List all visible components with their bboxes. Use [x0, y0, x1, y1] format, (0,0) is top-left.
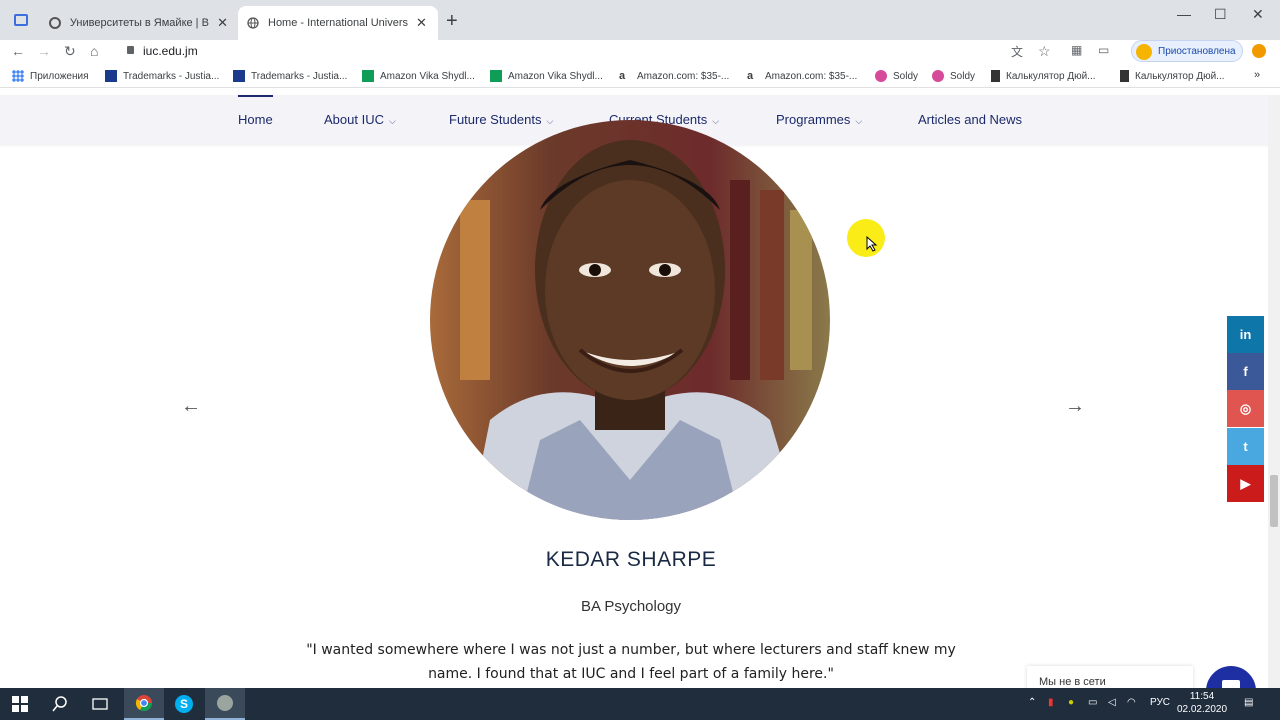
reload-icon[interactable]: ↻	[64, 43, 76, 60]
skype-icon[interactable]: S	[164, 688, 204, 720]
chevron-down-icon: ⌵	[855, 116, 863, 126]
nav-articles-news[interactable]: Articles and News	[918, 112, 1022, 127]
extension-icon[interactable]: ▦	[1071, 43, 1082, 57]
close-icon[interactable]: ✕	[217, 15, 228, 31]
amazon-icon: a	[747, 70, 754, 82]
minimize-icon[interactable]: —	[1177, 6, 1191, 22]
calculator-icon	[1120, 70, 1129, 82]
cursor-highlight	[847, 219, 885, 257]
chevron-down-icon: ⌵	[546, 116, 554, 126]
student-portrait	[430, 120, 830, 520]
search-icon[interactable]	[40, 688, 80, 720]
task-view-icon[interactable]	[80, 688, 120, 720]
home-icon[interactable]: ⌂	[90, 43, 98, 59]
windows-start-icon[interactable]	[0, 688, 40, 720]
instagram-icon[interactable]: ◎	[1227, 390, 1264, 427]
speaker-icon[interactable]: ◁	[1108, 697, 1116, 708]
bookmark-item[interactable]: a Amazon.com: $35-...	[619, 70, 729, 82]
close-icon[interactable]: ✕	[416, 15, 427, 31]
address-bar-row: ← → ↻ ⌂ iuc.edu.jm 文 ☆ ▦ ▭ Приостановлен…	[0, 40, 1280, 64]
close-window-icon[interactable]: ✕	[1252, 6, 1264, 23]
nav-future-students[interactable]: Future Students ⌵	[449, 112, 553, 127]
bookmark-item[interactable]: Trademarks - Justia...	[233, 70, 347, 82]
linkedin-icon[interactable]: in	[1227, 316, 1264, 353]
update-icon[interactable]	[1252, 44, 1266, 58]
avatar	[1136, 44, 1152, 60]
amazon-icon: a	[619, 70, 626, 82]
bookmark-item[interactable]: Trademarks - Justia...	[105, 70, 219, 82]
apps-grid-icon	[12, 70, 24, 82]
opera-icon	[48, 16, 62, 30]
nav-about[interactable]: About IUC ⌵	[324, 112, 396, 127]
back-icon[interactable]: ←	[11, 43, 25, 59]
globe-icon	[246, 16, 260, 30]
bookmark-apps[interactable]: Приложения	[12, 70, 89, 82]
bookmark-item[interactable]: Soldy	[875, 70, 918, 82]
soldy-icon	[875, 70, 887, 82]
chevron-down-icon: ⌵	[712, 116, 720, 126]
chrome-taskbar-icon[interactable]	[124, 688, 164, 720]
mouse-pointer-icon	[866, 235, 878, 252]
justia-icon	[233, 70, 245, 82]
windows-taskbar: S ⌃ ▮ ● ▭ ◁ ◠ РУС 11:54 02.02.2020 ▤	[0, 688, 1280, 720]
notifications-icon[interactable]: ▤	[1244, 697, 1253, 708]
youtube-icon[interactable]: ▶	[1227, 465, 1264, 502]
maximize-icon[interactable]: ☐	[1214, 6, 1227, 23]
bookmark-item[interactable]: Калькулятор Дюй...	[991, 70, 1096, 82]
cast-icon[interactable]: ▭	[1098, 43, 1109, 57]
slider-next-icon[interactable]: →	[1065, 395, 1085, 418]
scrollbar-thumb[interactable]	[1270, 475, 1278, 527]
app-taskbar-icon[interactable]	[205, 688, 245, 720]
profile-status: Приостановлена	[1158, 45, 1236, 57]
forward-icon[interactable]: →	[37, 43, 51, 59]
sheets-icon	[490, 70, 502, 82]
calculator-icon	[991, 70, 1000, 82]
browser-tab-strip: Университеты в Ямайке | Всё о ✕ Home - I…	[0, 0, 1280, 40]
translate-icon[interactable]: 文	[1011, 43, 1023, 60]
student-programme: BA Psychology	[580, 598, 682, 615]
sheets-icon	[362, 70, 374, 82]
bookmark-item[interactable]: Amazon Vika Shydl...	[362, 70, 475, 82]
page-scrollbar[interactable]	[1268, 95, 1280, 688]
tray-app-icon[interactable]: ▭	[1088, 697, 1097, 708]
profile-paused-button[interactable]: Приостановлена	[1131, 40, 1243, 62]
tray-app-icon[interactable]: ●	[1068, 697, 1074, 708]
tab-universities[interactable]: Университеты в Ямайке | Всё о ✕	[40, 6, 236, 40]
network-icon[interactable]: ◠	[1127, 697, 1136, 708]
tray-overflow-icon[interactable]: ⌃	[1028, 697, 1036, 708]
twitter-icon[interactable]: t	[1227, 428, 1264, 465]
new-tab-icon[interactable]: +	[446, 10, 458, 33]
tab-iuc-home[interactable]: Home - International University ✕	[238, 6, 438, 40]
testimonial-quote: "I wanted somewhere where I was not just…	[306, 642, 956, 682]
star-icon[interactable]: ☆	[1038, 43, 1051, 60]
nav-home[interactable]: Home	[238, 95, 273, 127]
url-field[interactable]: iuc.edu.jm	[143, 44, 198, 58]
lock-icon	[127, 46, 134, 54]
bookmark-item[interactable]: Amazon Vika Shydl...	[490, 70, 603, 82]
language-indicator[interactable]: РУС	[1150, 697, 1170, 708]
tab-title: Университеты в Ямайке | Всё о	[69, 17, 209, 29]
bookmark-item[interactable]: a Amazon.com: $35-...	[747, 70, 857, 82]
chat-status-box[interactable]: Мы не в сети	[1027, 666, 1193, 690]
tray-app-icon[interactable]: ▮	[1048, 697, 1054, 708]
slider-prev-icon[interactable]: ←	[181, 395, 201, 418]
bookmarks-bar: Приложения Trademarks - Justia... Tradem…	[0, 66, 1280, 88]
tab-search-icon[interactable]	[14, 14, 28, 26]
tab-title: Home - International University	[268, 17, 408, 29]
facebook-icon[interactable]: f	[1227, 353, 1264, 390]
nav-programmes[interactable]: Programmes ⌵	[776, 112, 862, 127]
more-bookmarks-icon[interactable]: »	[1254, 69, 1260, 81]
taskbar-clock[interactable]: 11:54 02.02.2020	[1172, 690, 1232, 716]
chevron-down-icon: ⌵	[388, 116, 396, 126]
bookmark-item[interactable]: Калькулятор Дюй...	[1120, 70, 1225, 82]
justia-icon	[105, 70, 117, 82]
student-name: KEDAR SHARPE	[545, 548, 717, 571]
bookmark-item[interactable]: Soldy	[932, 70, 975, 82]
soldy-icon	[932, 70, 944, 82]
